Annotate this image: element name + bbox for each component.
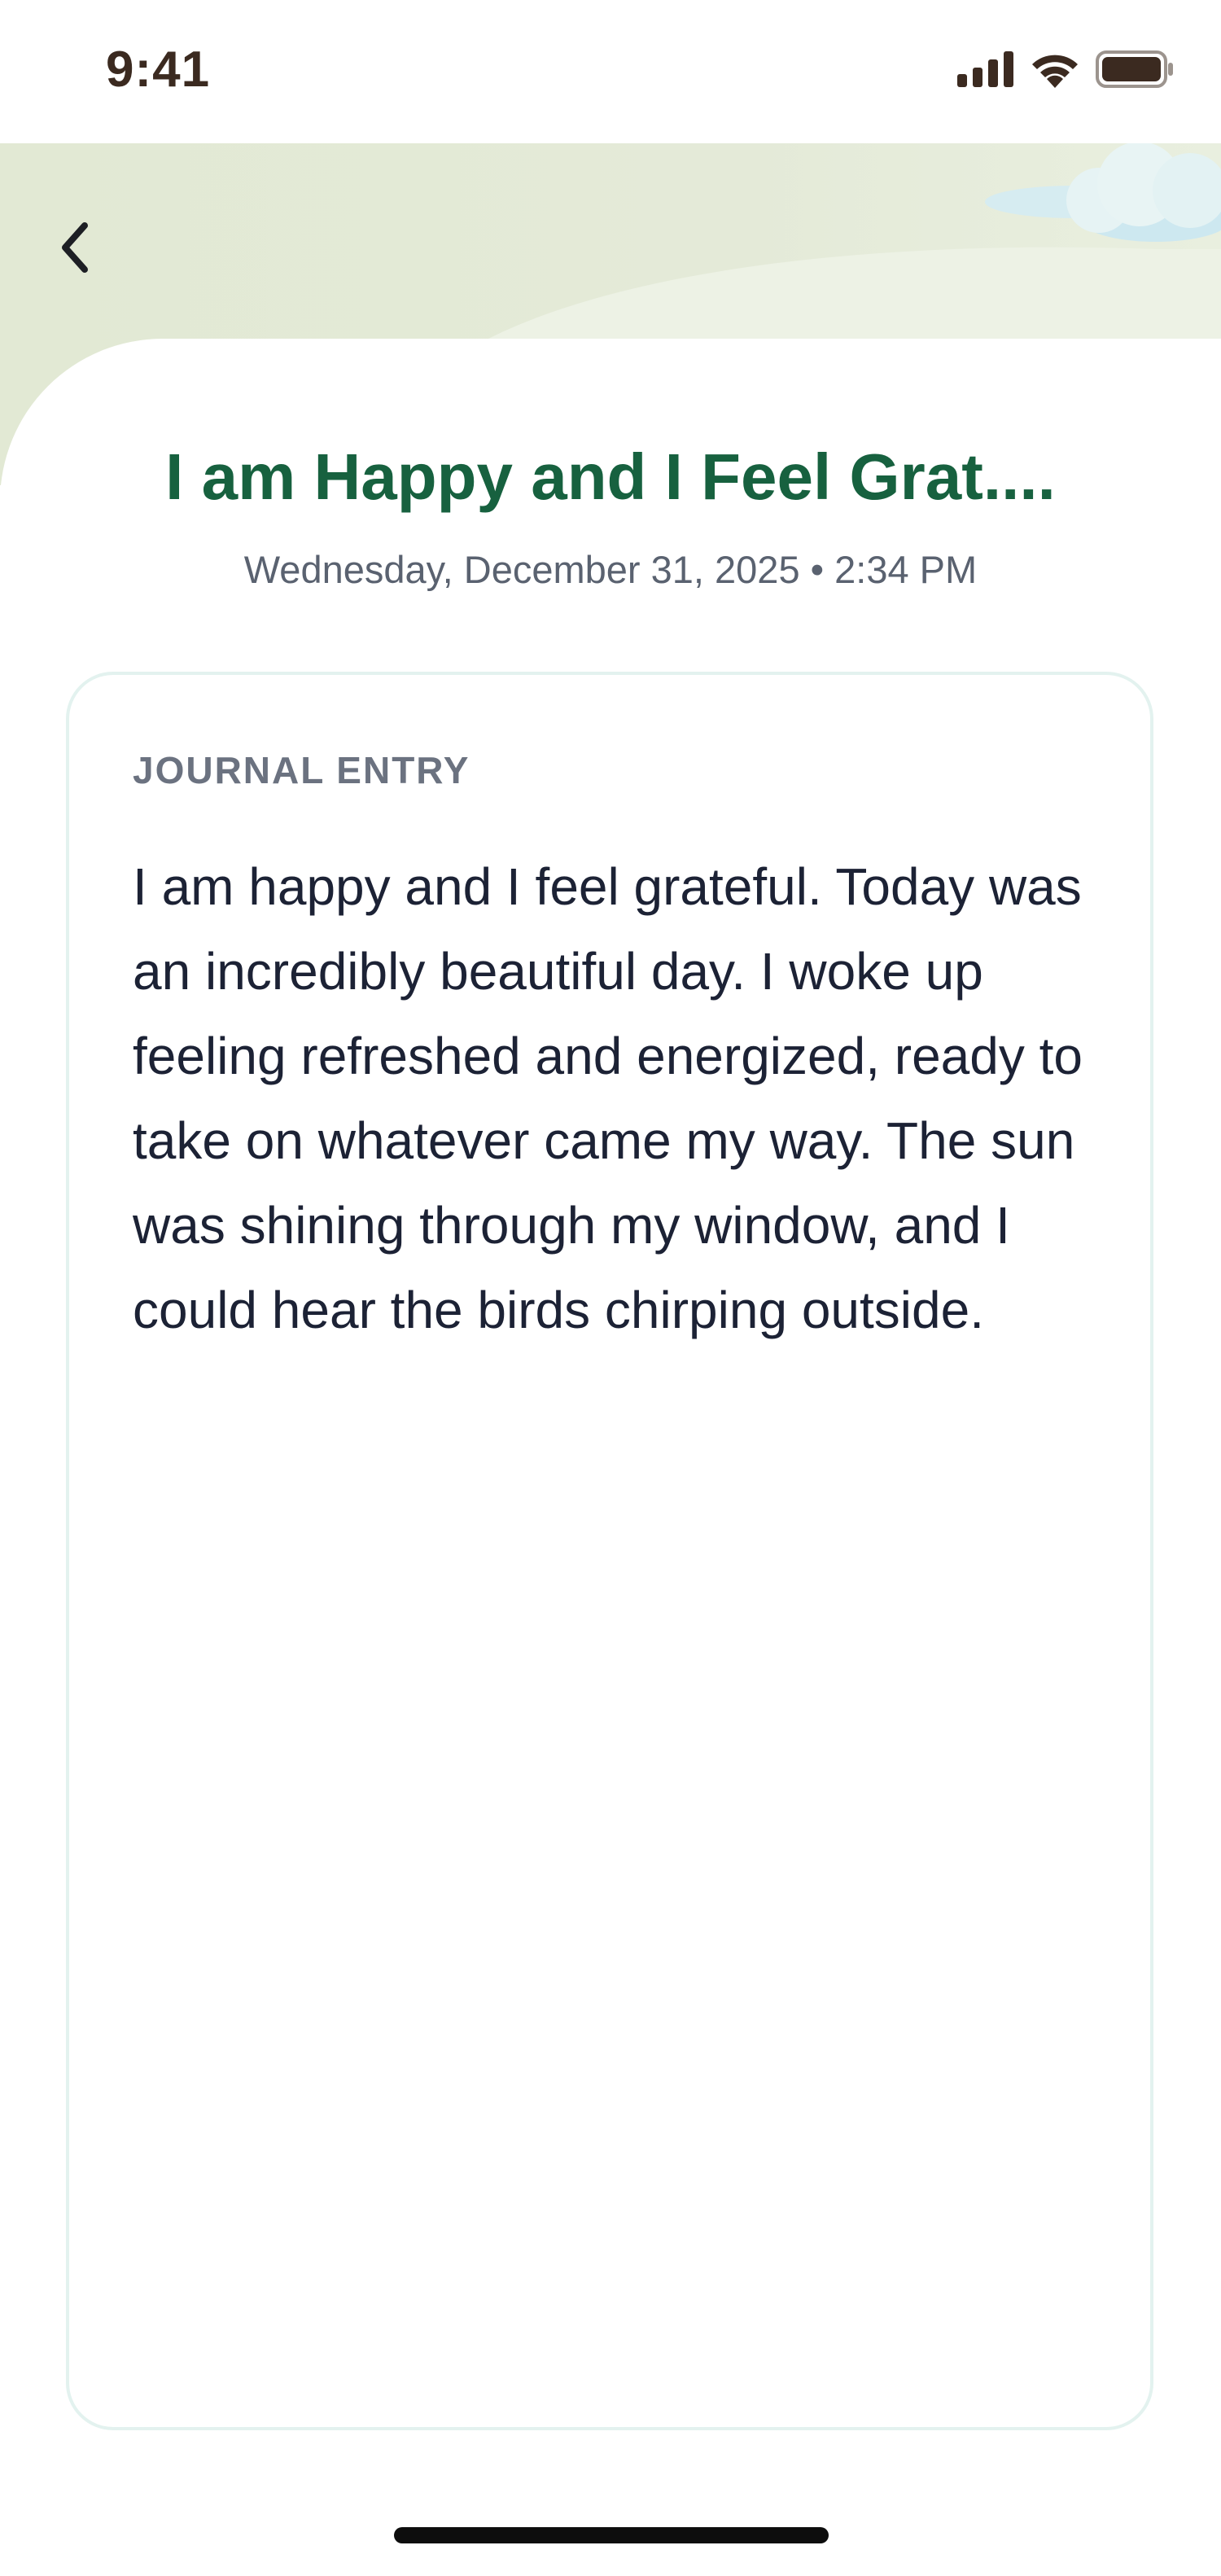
wifi-icon bbox=[1029, 50, 1081, 88]
home-indicator[interactable] bbox=[394, 2527, 829, 2543]
cloud-icon bbox=[977, 143, 1221, 269]
entry-title: I am Happy and I Feel Grat.... bbox=[165, 440, 1056, 513]
entry-datetime: Wednesday, December 31, 2025 • 2:34 PM bbox=[243, 548, 978, 591]
journal-entry-card: JOURNAL ENTRY I am happy and I feel grat… bbox=[66, 672, 1153, 2430]
status-icons bbox=[957, 50, 1174, 88]
journal-entry-label: JOURNAL ENTRY bbox=[133, 749, 470, 791]
back-button[interactable] bbox=[42, 217, 107, 282]
status-time: 9:41 bbox=[106, 42, 211, 98]
cellular-signal-icon bbox=[957, 51, 1014, 87]
chevron-left-icon bbox=[57, 221, 93, 278]
battery-icon bbox=[1096, 50, 1174, 88]
journal-entry-body: I am happy and I feel grateful. Today wa… bbox=[133, 857, 1083, 1339]
status-bar: 9:41 bbox=[0, 0, 1221, 143]
